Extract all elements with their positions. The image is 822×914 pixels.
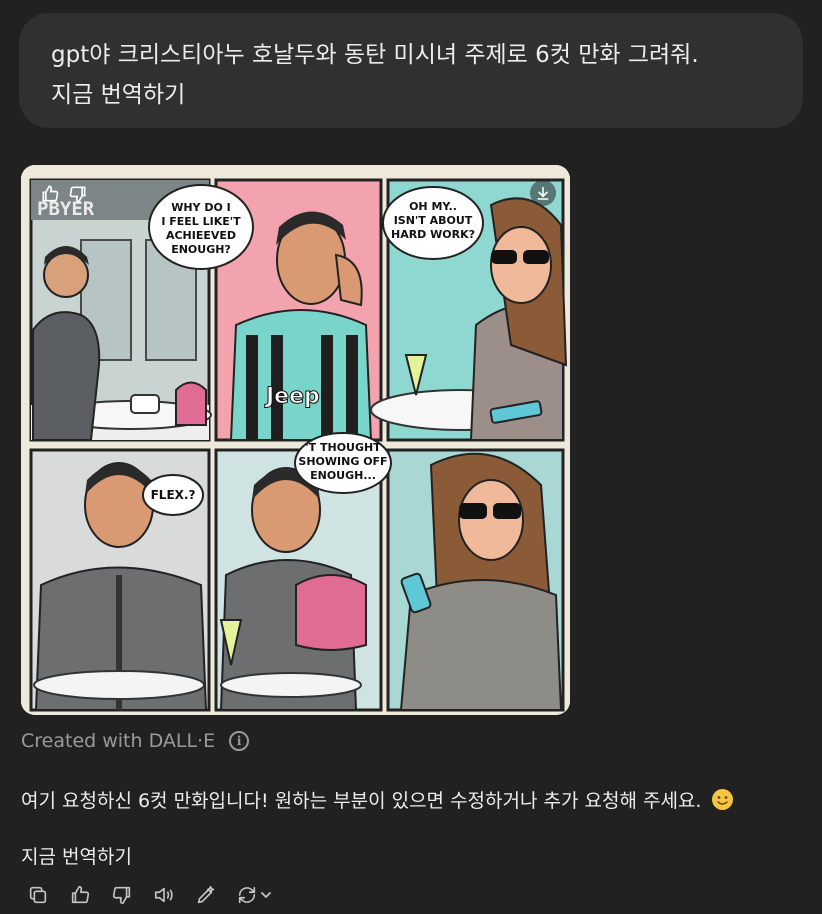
svg-text:ACHIEEVED: ACHIEEVED: [166, 229, 236, 242]
speech-bubble-4: 'T THOUGHT SHOWING OFF ENOUGH...: [294, 432, 392, 494]
regenerate-icon: [238, 886, 256, 904]
comic-illustration: PBYER Jeep WHY DO I I FEEL LIKE'T ACHIEE…: [21, 165, 570, 715]
regenerate-button[interactable]: [230, 880, 278, 910]
svg-text:HARD WORK?: HARD WORK?: [391, 228, 475, 241]
svg-text:WHY DO I: WHY DO I: [171, 201, 231, 214]
assistant-message: 여기 요청하신 6컷 만화입니다! 원하는 부분이 있으면 수정하거나 추가 요…: [21, 787, 733, 815]
generated-image[interactable]: PBYER Jeep WHY DO I I FEEL LIKE'T ACHIEE…: [21, 165, 570, 715]
info-icon[interactable]: i: [229, 731, 250, 751]
read-aloud-button[interactable]: [146, 880, 182, 910]
speech-bubble-2: OH MY.. ISN'T ABOUT HARD WORK?: [382, 186, 484, 260]
message-action-bar: [20, 880, 278, 910]
panel-6: [386, 448, 565, 712]
svg-text:'T THOUGHT: 'T THOUGHT: [305, 441, 381, 454]
good-response-button[interactable]: [62, 880, 98, 910]
download-icon[interactable]: [530, 180, 556, 206]
svg-text:SHOWING OFF: SHOWING OFF: [298, 455, 387, 468]
translate-now-link-assistant[interactable]: 지금 번역하기: [21, 843, 132, 871]
shirt-logo: Jeep: [264, 384, 320, 409]
copy-icon: [29, 886, 47, 904]
image-thumbs-down-icon[interactable]: [65, 181, 91, 207]
assistant-message-text: 여기 요청하신 6컷 만화입니다! 원하는 부분이 있으면 수정하거나 추가 요…: [21, 790, 702, 812]
svg-text:I FEEL LIKE'T: I FEEL LIKE'T: [161, 215, 241, 228]
chevron-down-icon: [261, 892, 271, 898]
image-caption: Created with DALL·E i: [21, 730, 250, 752]
svg-text:OH MY..: OH MY..: [409, 200, 457, 213]
translate-now-link[interactable]: 지금 번역하기: [51, 75, 773, 115]
read-aloud-icon: [154, 887, 173, 903]
image-thumbs-up-icon[interactable]: [37, 181, 63, 207]
user-message-text: gpt야 크리스티아누 호날두와 동탄 미시녀 주제로 6컷 만화 그려줘.: [51, 42, 699, 68]
svg-text:ENOUGH?: ENOUGH?: [171, 243, 231, 256]
thumbs-up-icon: [71, 885, 90, 904]
svg-text:ENOUGH...: ENOUGH...: [310, 469, 376, 482]
caption-text: Created with DALL·E: [21, 730, 216, 752]
speech-bubble-1: WHY DO I I FEEL LIKE'T ACHIEEVED ENOUGH?: [148, 184, 254, 270]
edit-image-button[interactable]: [188, 880, 224, 910]
smiling-face-emoji: [711, 789, 733, 810]
svg-text:FLEX.?: FLEX.?: [151, 488, 196, 502]
edit-icon: [197, 885, 215, 904]
thumbs-down-icon: [112, 886, 131, 905]
bad-response-button[interactable]: [104, 880, 140, 910]
user-message-bubble: gpt야 크리스티아누 호날두와 동탄 미시녀 주제로 6컷 만화 그려줘. 지…: [19, 13, 803, 128]
speech-bubble-3: FLEX.?: [142, 474, 204, 516]
svg-text:ISN'T ABOUT: ISN'T ABOUT: [394, 214, 473, 227]
copy-button[interactable]: [20, 880, 56, 910]
